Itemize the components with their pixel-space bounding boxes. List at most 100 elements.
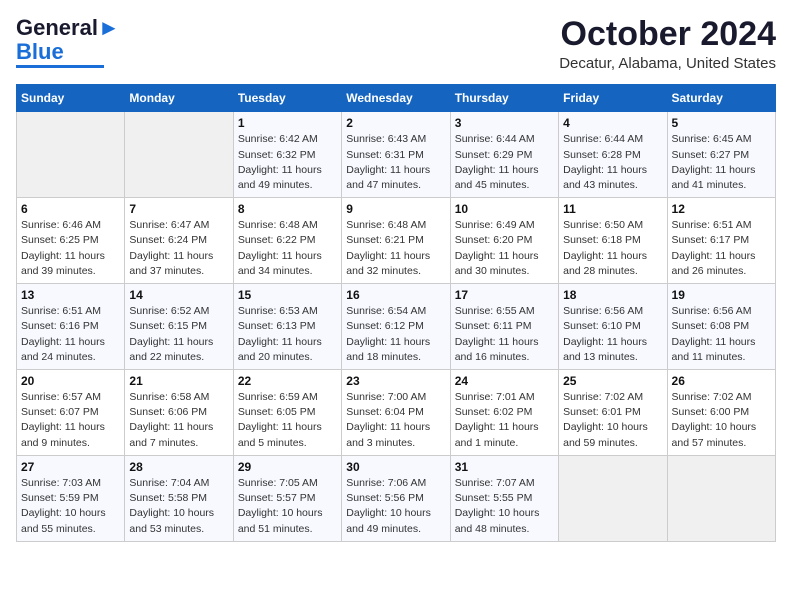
- calendar-cell: 16 Sunrise: 6:54 AM Sunset: 6:12 PM Dayli…: [342, 284, 450, 370]
- day-detail: Sunrise: 6:44 AM Sunset: 6:29 PM Dayligh…: [455, 132, 554, 193]
- day-detail: Sunrise: 7:03 AM Sunset: 5:59 PM Dayligh…: [21, 476, 120, 537]
- logo-text: General► Blue: [16, 16, 120, 64]
- day-number: 5: [672, 116, 771, 130]
- calendar-cell: 14Sunrise: 6:52 AM Sunset: 6:15 PM Dayli…: [125, 284, 233, 370]
- day-detail: Sunrise: 7:02 AM Sunset: 6:00 PM Dayligh…: [672, 390, 771, 451]
- day-detail: Sunrise: 6:53 AM Sunset: 6:13 PM Dayligh…: [238, 304, 337, 365]
- day-detail: Sunrise: 7:04 AM Sunset: 5:58 PM Dayligh…: [129, 476, 228, 537]
- calendar-week-row: 13Sunrise: 6:51 AM Sunset: 6:16 PM Dayli…: [17, 284, 776, 370]
- title-block: October 2024 Decatur, Alabama, United St…: [559, 16, 776, 72]
- calendar-cell: 21 Sunrise: 6:58 AM Sunset: 6:06 PM Dayli…: [125, 370, 233, 456]
- calendar-cell: 25 Sunrise: 7:02 AM Sunset: 6:01 PM Dayli…: [559, 370, 667, 456]
- calendar-cell: 29 Sunrise: 7:05 AM Sunset: 5:57 PM Dayli…: [233, 455, 341, 541]
- col-header-sunday: Sunday: [17, 85, 125, 112]
- day-number: 17: [455, 288, 554, 302]
- day-number: 25: [563, 374, 662, 388]
- day-number: 27: [21, 460, 120, 474]
- day-number: 6: [21, 202, 120, 216]
- day-number: 28: [129, 460, 228, 474]
- calendar-cell: [559, 455, 667, 541]
- day-detail: Sunrise: 6:58 AM Sunset: 6:06 PM Dayligh…: [129, 390, 228, 451]
- day-detail: Sunrise: 6:55 AM Sunset: 6:11 PM Dayligh…: [455, 304, 554, 365]
- day-number: 16: [346, 288, 445, 302]
- day-number: 31: [455, 460, 554, 474]
- day-detail: Sunrise: 7:01 AM Sunset: 6:02 PM Dayligh…: [455, 390, 554, 451]
- day-number: 2: [346, 116, 445, 130]
- calendar-cell: [667, 455, 775, 541]
- calendar-cell: [125, 112, 233, 198]
- day-number: 26: [672, 374, 771, 388]
- calendar-cell: 19 Sunrise: 6:56 AM Sunset: 6:08 PM Dayli…: [667, 284, 775, 370]
- day-number: 12: [672, 202, 771, 216]
- calendar-week-row: 1 Sunrise: 6:42 AM Sunset: 6:32 PM Daylig…: [17, 112, 776, 198]
- day-number: 29: [238, 460, 337, 474]
- day-detail: Sunrise: 7:05 AM Sunset: 5:57 PM Dayligh…: [238, 476, 337, 537]
- day-detail: Sunrise: 7:06 AM Sunset: 5:56 PM Dayligh…: [346, 476, 445, 537]
- day-number: 4: [563, 116, 662, 130]
- day-detail: Sunrise: 7:07 AM Sunset: 5:55 PM Dayligh…: [455, 476, 554, 537]
- calendar-cell: 20 Sunrise: 6:57 AM Sunset: 6:07 PM Dayli…: [17, 370, 125, 456]
- day-number: 1: [238, 116, 337, 130]
- calendar-cell: 23 Sunrise: 7:00 AM Sunset: 6:04 PM Dayli…: [342, 370, 450, 456]
- calendar-cell: 22 Sunrise: 6:59 AM Sunset: 6:05 PM Dayli…: [233, 370, 341, 456]
- col-header-saturday: Saturday: [667, 85, 775, 112]
- calendar-cell: 15Sunrise: 6:53 AM Sunset: 6:13 PM Dayli…: [233, 284, 341, 370]
- day-number: 10: [455, 202, 554, 216]
- day-detail: Sunrise: 6:47 AM Sunset: 6:24 PM Dayligh…: [129, 218, 228, 279]
- calendar-cell: 27 Sunrise: 7:03 AM Sunset: 5:59 PM Dayli…: [17, 455, 125, 541]
- day-detail: Sunrise: 6:48 AM Sunset: 6:21 PM Dayligh…: [346, 218, 445, 279]
- day-number: 24: [455, 374, 554, 388]
- col-header-thursday: Thursday: [450, 85, 558, 112]
- day-detail: Sunrise: 6:49 AM Sunset: 6:20 PM Dayligh…: [455, 218, 554, 279]
- calendar-cell: 28 Sunrise: 7:04 AM Sunset: 5:58 PM Dayli…: [125, 455, 233, 541]
- day-detail: Sunrise: 6:43 AM Sunset: 6:31 PM Dayligh…: [346, 132, 445, 193]
- calendar-week-row: 6Sunrise: 6:46 AM Sunset: 6:25 PM Daylig…: [17, 198, 776, 284]
- day-detail: Sunrise: 6:56 AM Sunset: 6:08 PM Dayligh…: [672, 304, 771, 365]
- day-detail: Sunrise: 7:02 AM Sunset: 6:01 PM Dayligh…: [563, 390, 662, 451]
- calendar-cell: 6Sunrise: 6:46 AM Sunset: 6:25 PM Daylig…: [17, 198, 125, 284]
- day-number: 7: [129, 202, 228, 216]
- col-header-wednesday: Wednesday: [342, 85, 450, 112]
- calendar-table: SundayMondayTuesdayWednesdayThursdayFrid…: [16, 84, 776, 541]
- calendar-cell: 1 Sunrise: 6:42 AM Sunset: 6:32 PM Daylig…: [233, 112, 341, 198]
- col-header-monday: Monday: [125, 85, 233, 112]
- calendar-cell: 17 Sunrise: 6:55 AM Sunset: 6:11 PM Dayli…: [450, 284, 558, 370]
- day-number: 14: [129, 288, 228, 302]
- calendar-cell: 26 Sunrise: 7:02 AM Sunset: 6:00 PM Dayli…: [667, 370, 775, 456]
- day-number: 21: [129, 374, 228, 388]
- day-number: 23: [346, 374, 445, 388]
- calendar-header-row: SundayMondayTuesdayWednesdayThursdayFrid…: [17, 85, 776, 112]
- day-detail: Sunrise: 6:50 AM Sunset: 6:18 PM Dayligh…: [563, 218, 662, 279]
- page-subtitle: Decatur, Alabama, United States: [559, 55, 776, 72]
- day-detail: Sunrise: 6:42 AM Sunset: 6:32 PM Dayligh…: [238, 132, 337, 193]
- calendar-cell: 31 Sunrise: 7:07 AM Sunset: 5:55 PM Dayli…: [450, 455, 558, 541]
- calendar-cell: 2 Sunrise: 6:43 AM Sunset: 6:31 PM Daylig…: [342, 112, 450, 198]
- day-detail: Sunrise: 6:59 AM Sunset: 6:05 PM Dayligh…: [238, 390, 337, 451]
- day-number: 30: [346, 460, 445, 474]
- calendar-cell: 12 Sunrise: 6:51 AM Sunset: 6:17 PM Dayli…: [667, 198, 775, 284]
- col-header-tuesday: Tuesday: [233, 85, 341, 112]
- calendar-cell: 8Sunrise: 6:48 AM Sunset: 6:22 PM Daylig…: [233, 198, 341, 284]
- day-number: 20: [21, 374, 120, 388]
- day-number: 22: [238, 374, 337, 388]
- page-title: October 2024: [559, 16, 776, 53]
- page-container: General► Blue October 2024 Decatur, Alab…: [0, 0, 792, 552]
- calendar-cell: 9Sunrise: 6:48 AM Sunset: 6:21 PM Daylig…: [342, 198, 450, 284]
- day-detail: Sunrise: 6:57 AM Sunset: 6:07 PM Dayligh…: [21, 390, 120, 451]
- day-detail: Sunrise: 6:51 AM Sunset: 6:17 PM Dayligh…: [672, 218, 771, 279]
- day-detail: Sunrise: 6:51 AM Sunset: 6:16 PM Dayligh…: [21, 304, 120, 365]
- calendar-cell: 4Sunrise: 6:44 AM Sunset: 6:28 PM Daylig…: [559, 112, 667, 198]
- day-detail: Sunrise: 6:54 AM Sunset: 6:12 PM Dayligh…: [346, 304, 445, 365]
- day-number: 19: [672, 288, 771, 302]
- calendar-cell: 24 Sunrise: 7:01 AM Sunset: 6:02 PM Dayli…: [450, 370, 558, 456]
- day-detail: Sunrise: 6:48 AM Sunset: 6:22 PM Dayligh…: [238, 218, 337, 279]
- logo-underline: [16, 65, 104, 68]
- day-detail: Sunrise: 7:00 AM Sunset: 6:04 PM Dayligh…: [346, 390, 445, 451]
- calendar-cell: 11 Sunrise: 6:50 AM Sunset: 6:18 PM Dayli…: [559, 198, 667, 284]
- calendar-cell: 7 Sunrise: 6:47 AM Sunset: 6:24 PM Daylig…: [125, 198, 233, 284]
- day-number: 11: [563, 202, 662, 216]
- calendar-week-row: 20 Sunrise: 6:57 AM Sunset: 6:07 PM Dayli…: [17, 370, 776, 456]
- calendar-cell: 13Sunrise: 6:51 AM Sunset: 6:16 PM Dayli…: [17, 284, 125, 370]
- calendar-cell: 3Sunrise: 6:44 AM Sunset: 6:29 PM Daylig…: [450, 112, 558, 198]
- day-detail: Sunrise: 6:56 AM Sunset: 6:10 PM Dayligh…: [563, 304, 662, 365]
